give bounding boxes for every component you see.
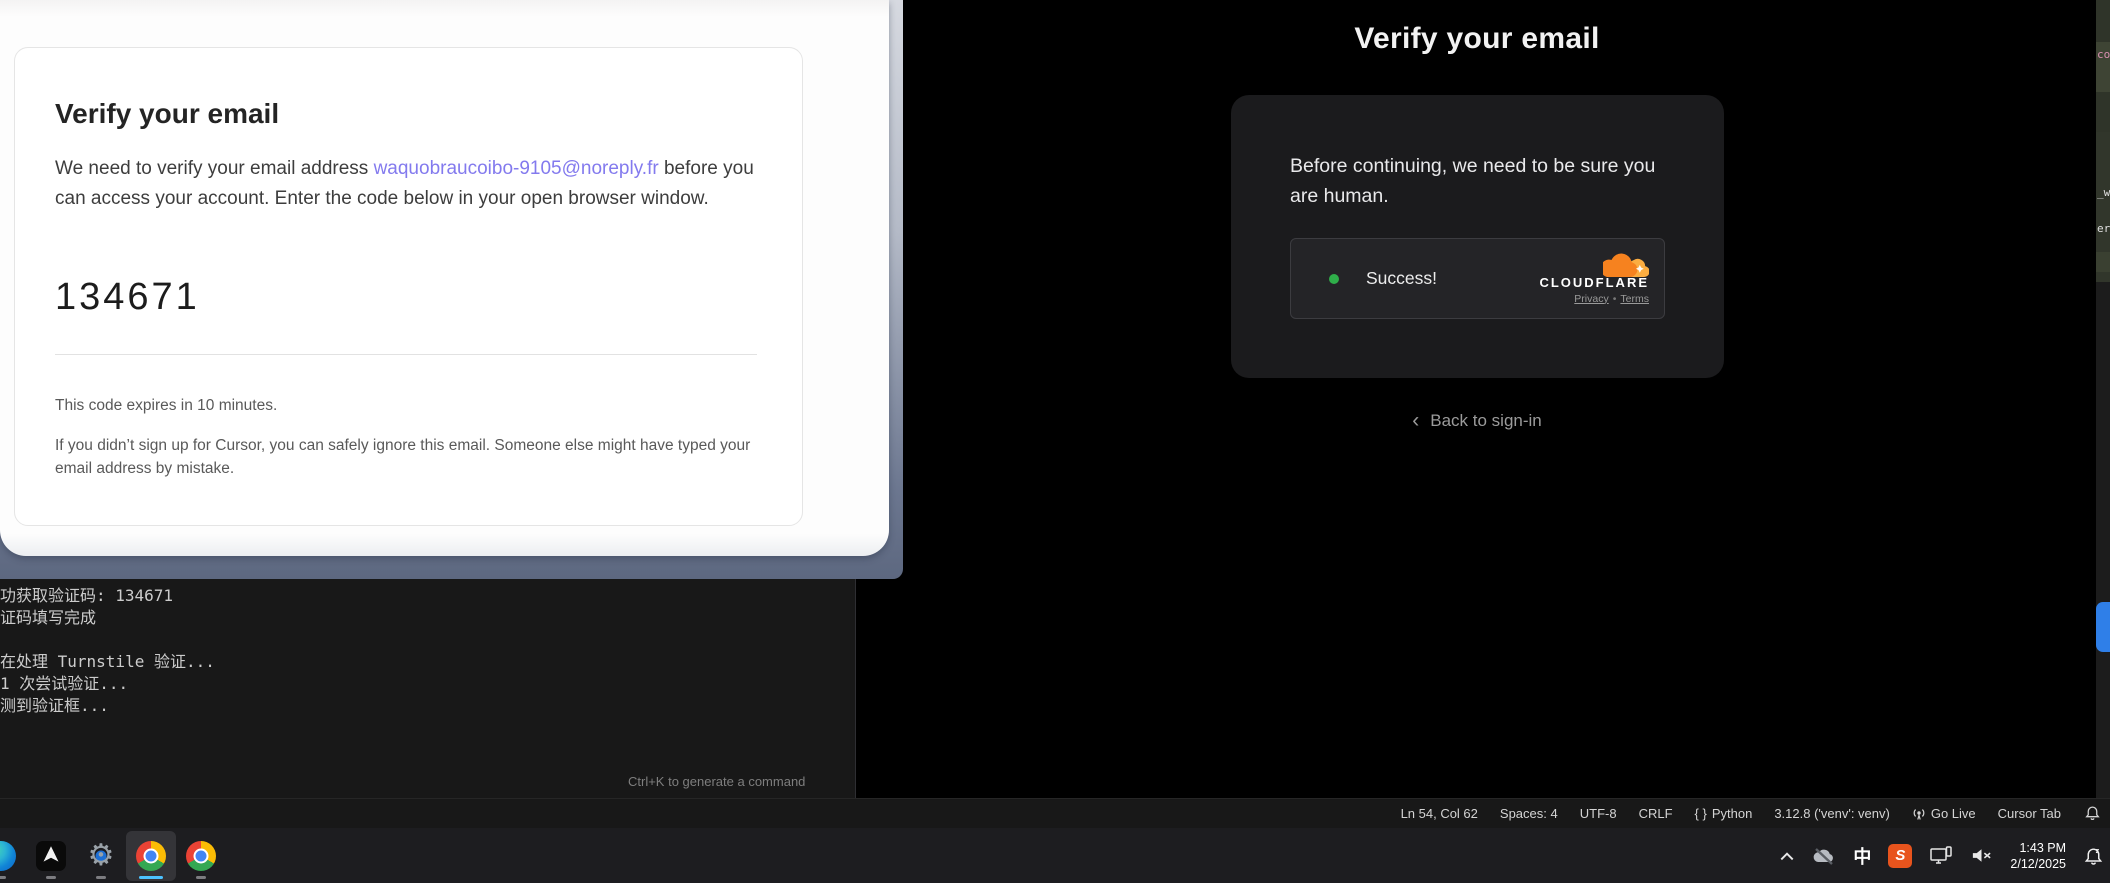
volume-muted[interactable] (1970, 846, 1993, 865)
encoding-label: UTF-8 (1580, 806, 1617, 821)
taskbar-edge[interactable] (0, 831, 26, 881)
human-check-text: Before continuing, we need to be sure yo… (1290, 151, 1672, 211)
cloudflare-branding: CLOUDFLARE Privacy •Terms (1539, 253, 1649, 305)
speaker-mute-icon (1970, 846, 1993, 865)
sliver-blue-button[interactable] (2096, 602, 2110, 652)
desktop: co _w er Verify your email Before contin… (0, 0, 2110, 883)
terminal-line: 证码填写完成 (0, 607, 215, 629)
terminal-line: 在处理 Turnstile 验证... (0, 651, 215, 673)
divider (55, 354, 757, 355)
cursor-tab-label: Cursor Tab (1998, 806, 2061, 821)
chrome-icon (186, 841, 216, 871)
cube-app-icon (36, 841, 66, 871)
monitor-usb-icon (1929, 845, 1953, 866)
code-expiry-note: This code expires in 10 minutes. (55, 397, 277, 415)
email-footer-note: If you didn’t sign up for Cursor, you ca… (55, 434, 755, 480)
notification-center[interactable]: z (2083, 845, 2104, 866)
taskbar-clock[interactable]: 1:43 PM 2/12/2025 (2010, 840, 2066, 872)
running-indicator (46, 876, 56, 879)
taskbar-settings[interactable]: ⚙ (76, 831, 126, 881)
terminal-hint: Ctrl+K to generate a command (628, 774, 805, 789)
ime-indicator[interactable]: 中 (1853, 843, 1871, 869)
taskbar: ⚙ 中 (0, 828, 2110, 883)
verify-page-title: Verify your email (1230, 22, 1724, 56)
terminal-line: 1 次尝试验证... (0, 673, 215, 695)
go-live-label: Go Live (1931, 806, 1976, 821)
language-label: Python (1712, 806, 1752, 821)
onedrive-offline[interactable] (1812, 846, 1836, 866)
chevron-up-icon (1779, 850, 1795, 862)
email-preview-window: Verify your email We need to verify your… (0, 0, 903, 579)
clock-date: 2/12/2025 (2010, 856, 2066, 872)
code-fragment: co (2097, 48, 2110, 61)
email-body: We need to verify your email address waq… (55, 154, 767, 214)
success-dot-icon (1329, 274, 1339, 284)
hardware-device[interactable] (1929, 845, 1953, 866)
system-tray: 中 S 1:43 PM 2/12/2025 (1779, 840, 2110, 872)
email-title: Verify your email (55, 98, 279, 130)
edge-icon (0, 841, 16, 871)
taskbar-apps: ⚙ (0, 831, 226, 881)
turnstile-widget: Success! CLOUDFLARE Privacy •Terms (1290, 238, 1665, 319)
interpreter-label: 3.12.8 ('venv': venv) (1774, 806, 1890, 821)
terminal-line: 测到验证框... (0, 695, 215, 717)
indentation-label: Spaces: 4 (1500, 806, 1558, 821)
terminal-line (0, 629, 215, 651)
statusbar-go-live[interactable]: Go Live (1901, 799, 1987, 828)
chevron-left-icon: ‹ (1412, 409, 1419, 432)
terminal-line: 功获取验证码: 134671 (0, 585, 215, 607)
braces-icon: { } (1695, 806, 1707, 821)
editor-sliver-highlight (2096, 252, 2110, 272)
running-indicator (0, 876, 6, 879)
terminal-panel[interactable]: 功获取验证码: 134671 证码填写完成 在处理 Turnstile 验证..… (0, 579, 856, 798)
eol-label: CRLF (1639, 806, 1673, 821)
links-separator: • (1613, 293, 1617, 305)
terminal-output: 功获取验证码: 134671 证码填写完成 在处理 Turnstile 验证..… (0, 585, 215, 717)
statusbar: Ln 54, Col 62 Spaces: 4 UTF-8 CRLF { } P… (0, 798, 2110, 828)
back-link-label: Back to sign-in (1430, 411, 1542, 430)
active-indicator (139, 876, 163, 879)
email-preview-surface: Verify your email We need to verify your… (0, 0, 889, 556)
verification-code: 134671 (55, 276, 200, 319)
back-to-signin-link[interactable]: ‹ Back to sign-in (1230, 409, 1724, 433)
statusbar-interpreter[interactable]: 3.12.8 ('venv': venv) (1763, 799, 1901, 828)
code-fragment: _w (2097, 186, 2110, 199)
bell-icon (2084, 805, 2101, 822)
settings-gear-icon: ⚙ (85, 840, 117, 872)
line-col-label: Ln 54, Col 62 (1401, 806, 1478, 821)
background-editor-sliver[interactable]: co _w er (2096, 0, 2110, 798)
statusbar-indentation[interactable]: Spaces: 4 (1489, 799, 1569, 828)
human-check-card: Before continuing, we need to be sure yo… (1231, 95, 1724, 378)
body-text: We need to verify your email address (55, 158, 374, 179)
notifications-bell[interactable] (2072, 799, 2110, 828)
turnstile-status: Success! (1366, 268, 1437, 289)
privacy-link[interactable]: Privacy (1574, 293, 1608, 305)
code-fragment: er (2097, 222, 2110, 235)
cloud-off-icon (1812, 846, 1836, 866)
email-card: Verify your email We need to verify your… (14, 47, 803, 526)
terms-link[interactable]: Terms (1620, 293, 1649, 305)
running-indicator (196, 876, 206, 879)
tray-expand-chevron[interactable] (1779, 850, 1795, 862)
clock-time: 1:43 PM (2010, 840, 2066, 856)
statusbar-eol[interactable]: CRLF (1628, 799, 1684, 828)
bell-dnd-icon: z (2083, 845, 2104, 866)
statusbar-cursor-tab[interactable]: Cursor Tab (1987, 799, 2072, 828)
taskbar-chromium-active[interactable] (126, 831, 176, 881)
chromium-icon (136, 841, 166, 871)
taskbar-chrome[interactable] (176, 831, 226, 881)
s-app-tray-icon[interactable]: S (1888, 844, 1912, 868)
email-address-link[interactable]: waquobraucoibo-9105@noreply.fr (374, 158, 659, 179)
taskbar-cube-app[interactable] (26, 831, 76, 881)
svg-text:z: z (2096, 846, 2100, 855)
statusbar-line-col[interactable]: Ln 54, Col 62 (1390, 799, 1489, 828)
cloudflare-wordmark: CLOUDFLARE (1539, 275, 1649, 290)
statusbar-language[interactable]: { } Python (1684, 799, 1764, 828)
broadcast-icon (1912, 807, 1926, 821)
statusbar-encoding[interactable]: UTF-8 (1569, 799, 1628, 828)
running-indicator (96, 876, 106, 879)
